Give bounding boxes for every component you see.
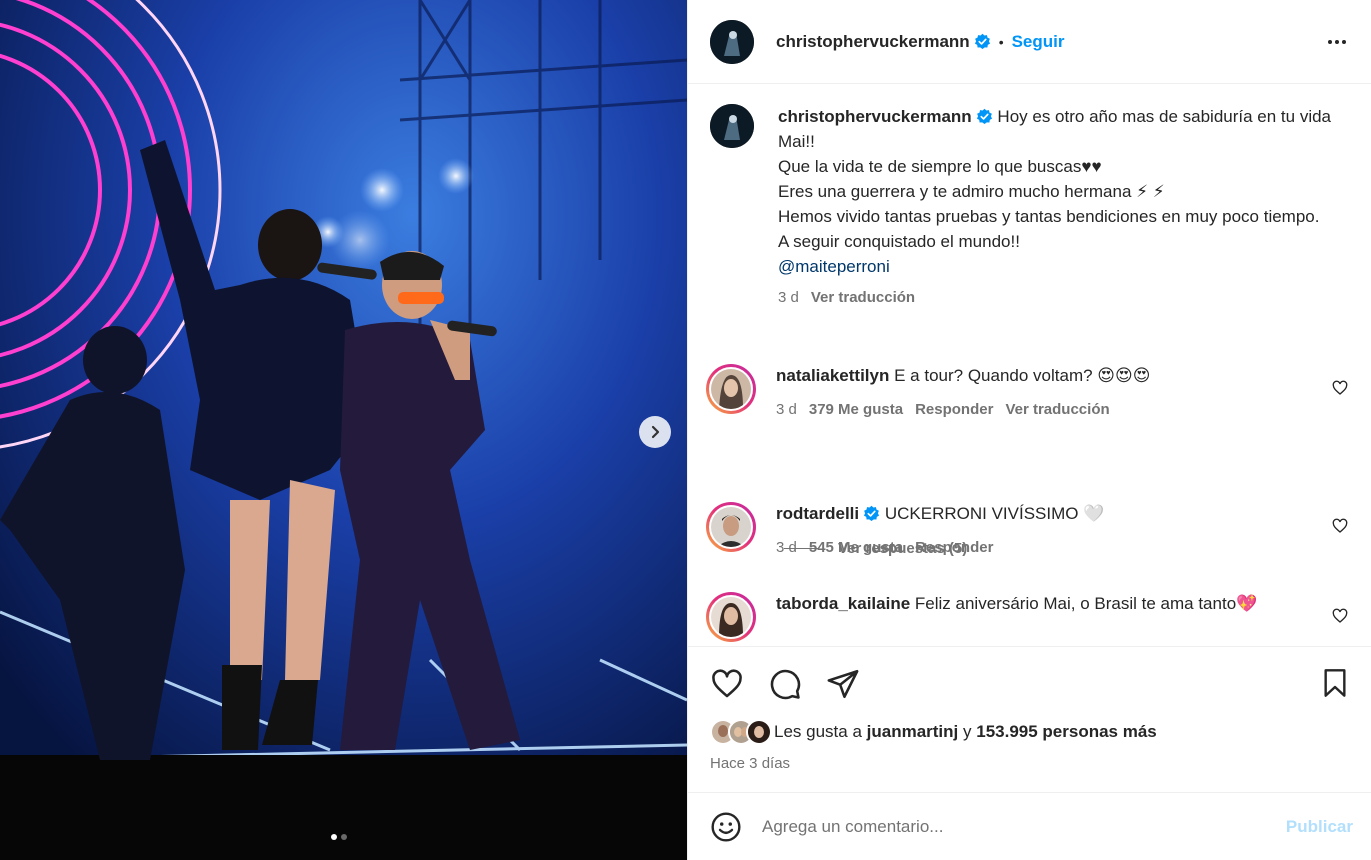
carousel-dot-active	[331, 834, 337, 840]
caption-time[interactable]: 3 d	[778, 289, 799, 306]
comment-likes-count[interactable]: 379 Me gusta	[809, 401, 903, 418]
comment-bubble-icon[interactable]	[768, 667, 802, 701]
comment-text: UCKERRONI VIVÍSSIMO 🤍	[884, 504, 1105, 523]
carousel-indicator	[331, 834, 347, 840]
likes-user-link[interactable]: juanmartinj	[867, 722, 959, 742]
comment-like-heart-icon[interactable]	[1332, 518, 1348, 534]
comments-list: christophervuckermann Hoy es otro año ma…	[688, 84, 1371, 646]
likes-summary: Les gusta a juanmartinj y 153.995 person…	[710, 719, 1157, 745]
commenter-avatar[interactable]	[706, 502, 756, 552]
comment-body: taborda_kailaine Feliz aniversário Mai, …	[776, 592, 1306, 642]
save-bookmark-icon[interactable]	[1319, 667, 1351, 699]
caption-mention-link[interactable]: @maiteperroni	[778, 257, 890, 276]
comment-time[interactable]: 3 d	[776, 539, 797, 556]
comment-body: rodtardelli UCKERRONI VIVÍSSIMO 🤍 3 d 545…	[776, 502, 1306, 560]
comment-likes-count[interactable]: 545 Me gusta	[809, 539, 903, 556]
carousel-next-button[interactable]	[639, 416, 671, 448]
comment-time[interactable]: 3 d	[776, 401, 797, 418]
more-options-icon[interactable]	[1325, 30, 1349, 54]
post-modal: christophervuckermann • Seguir christoph…	[0, 0, 1371, 860]
verified-badge-icon	[976, 108, 992, 125]
caption-author-avatar[interactable]	[710, 104, 754, 148]
commenter-avatar[interactable]	[706, 592, 756, 642]
post-actions: Les gusta a juanmartinj y 153.995 person…	[688, 646, 1371, 792]
like-heart-icon[interactable]	[710, 667, 744, 701]
caption-translate-link[interactable]: Ver traducción	[811, 289, 915, 306]
concert-photo	[0, 0, 687, 860]
comment-text: Feliz aniversário Mai, o Brasil te ama t…	[914, 594, 1258, 613]
comment-reply-button[interactable]: Responder	[915, 539, 993, 556]
emoji-icon[interactable]	[710, 811, 742, 843]
verified-badge-icon	[864, 505, 880, 522]
caption-username[interactable]: christophervuckermann	[778, 107, 972, 126]
comment-text: E a tour? Quando voltam? 😍😍😍	[894, 366, 1151, 385]
header-separator: •	[998, 33, 1004, 50]
comment-reply-button[interactable]: Responder	[915, 401, 993, 418]
likes-count-link[interactable]: 153.995 personas más	[976, 722, 1157, 742]
comment-username[interactable]: taborda_kailaine	[776, 594, 910, 613]
post-header: christophervuckermann • Seguir	[688, 0, 1371, 84]
commenter-avatar[interactable]	[706, 364, 756, 414]
comment-translate-link[interactable]: Ver traducción	[1005, 401, 1109, 418]
comment-like-heart-icon[interactable]	[1332, 608, 1348, 624]
action-icons	[710, 667, 860, 701]
comment-item: nataliakettilyn E a tour? Quando voltam?…	[706, 364, 1356, 422]
liker-avatar[interactable]	[746, 719, 772, 745]
caption-line: A seguir conquistado el mundo!!	[778, 232, 1020, 251]
author-avatar[interactable]	[710, 19, 754, 64]
verified-badge-icon	[974, 33, 990, 50]
comment-input[interactable]	[762, 816, 1286, 837]
caption-meta: 3 d Ver traducción	[778, 285, 1338, 310]
comment-body: nataliakettilyn E a tour? Quando voltam?…	[776, 364, 1306, 422]
comment-like-heart-icon[interactable]	[1332, 380, 1348, 396]
add-comment-bar: Publicar	[688, 792, 1371, 860]
caption-line: Que la vida te de siempre lo que buscas♥…	[778, 157, 1102, 176]
liker-avatars	[710, 719, 772, 745]
caption-body: christophervuckermann Hoy es otro año ma…	[778, 104, 1338, 310]
caption-line: Eres una guerrera y te admiro mucho herm…	[778, 182, 1165, 201]
caption-line: Hemos vivido tantas pruebas y tantas ben…	[778, 207, 1320, 226]
comment-item: rodtardelli UCKERRONI VIVÍSSIMO 🤍 3 d 545…	[706, 502, 1356, 560]
likes-mid: y	[963, 722, 972, 741]
chevron-right-icon	[651, 425, 660, 439]
author-username[interactable]: christophervuckermann	[776, 32, 970, 52]
comment-username[interactable]: rodtardelli	[776, 504, 859, 523]
post-media	[0, 0, 687, 860]
follow-button[interactable]: Seguir	[1012, 32, 1065, 52]
publish-button[interactable]: Publicar	[1286, 817, 1353, 837]
comment-meta: 3 d 545 Me gusta Responder	[776, 536, 1306, 560]
share-send-icon[interactable]	[826, 667, 860, 701]
comment-item: taborda_kailaine Feliz aniversário Mai, …	[706, 592, 1356, 642]
comment-username[interactable]: nataliakettilyn	[776, 366, 889, 385]
post-sidebar: christophervuckermann • Seguir christoph…	[687, 0, 1371, 860]
carousel-dot	[341, 834, 347, 840]
post-timestamp[interactable]: Hace 3 días	[710, 755, 790, 772]
likes-prefix: Les gusta a	[774, 722, 862, 741]
post-caption: christophervuckermann Hoy es otro año ma…	[710, 104, 1350, 310]
comment-meta: 3 d 379 Me gusta Responder Ver traducción	[776, 398, 1306, 422]
